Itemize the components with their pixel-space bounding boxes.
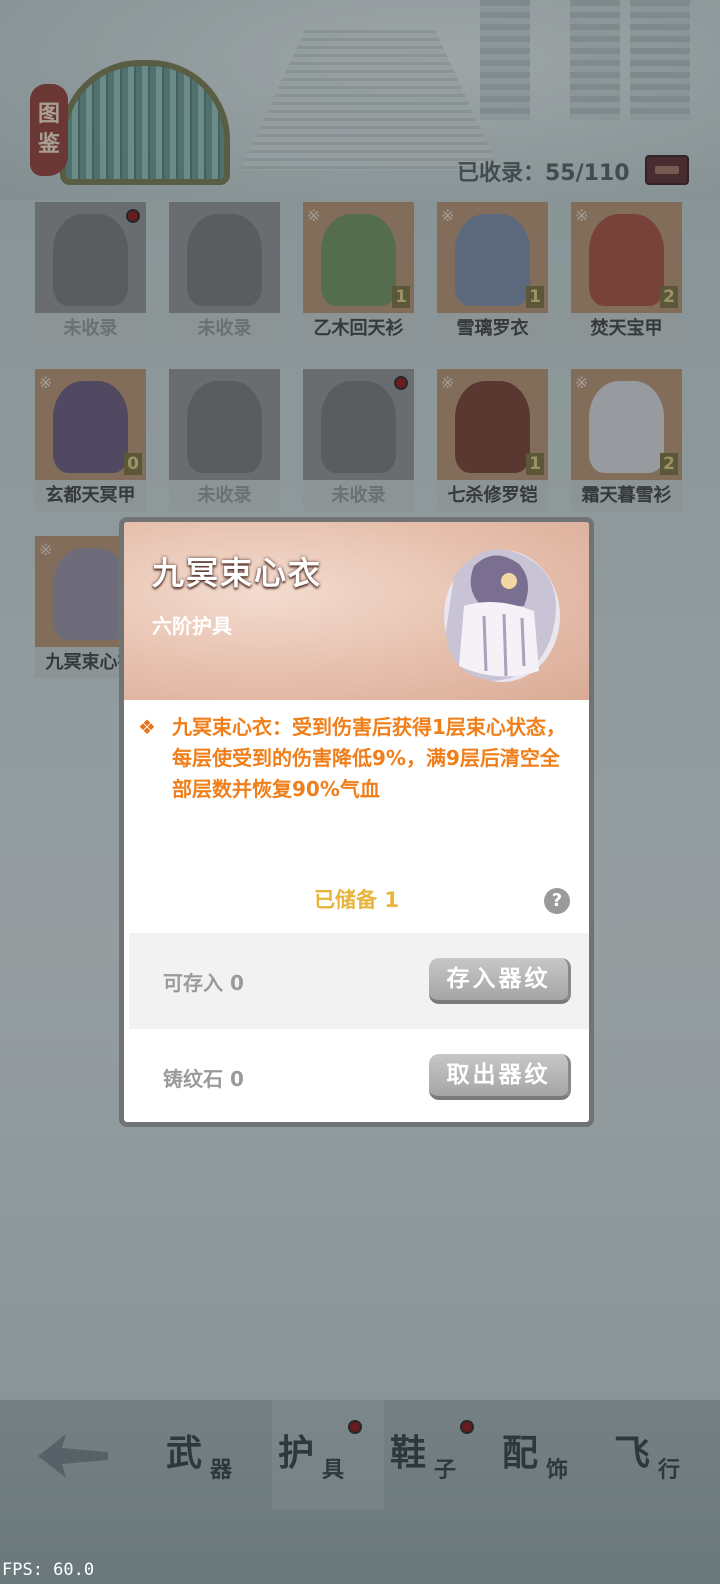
item-title: 九冥束心衣 bbox=[152, 554, 323, 592]
deposit-pattern-button[interactable]: 存入器纹 bbox=[429, 958, 571, 1004]
effect-text: 九冥束心衣：受到伤害后获得1层束心状态，每层使受到的伤害降低9%，满9层后清空全… bbox=[172, 715, 566, 801]
withdraw-pattern-button[interactable]: 取出器纹 bbox=[429, 1054, 571, 1100]
item-tier: 六阶护具 bbox=[152, 614, 232, 638]
withdraw-row: 铸纹石 0 取出器纹 bbox=[129, 1029, 589, 1122]
modal-header: 九冥束心衣 六阶护具 bbox=[124, 522, 589, 700]
effect-bullet-icon: ❖ bbox=[138, 715, 156, 739]
deposit-row: 可存入 0 存入器纹 bbox=[129, 933, 589, 1029]
fps-counter: FPS: 60.0 bbox=[2, 1560, 95, 1580]
item-effect: ❖ 九冥束心衣：受到伤害后获得1层束心状态，每层使受到的伤害降低9%，满9层后清… bbox=[138, 712, 578, 805]
stored-count: 已储备 1 bbox=[314, 888, 399, 912]
armor-portrait bbox=[444, 549, 560, 682]
stone-count: 铸纹石 0 bbox=[163, 1067, 244, 1091]
item-detail-modal: 九冥束心衣 六阶护具 ❖ 九冥束心衣：受到伤害后获得1层束心状态，每层使受到的伤… bbox=[119, 517, 594, 1127]
help-icon[interactable]: ? bbox=[544, 888, 570, 914]
deposit-available: 可存入 0 bbox=[163, 971, 244, 995]
